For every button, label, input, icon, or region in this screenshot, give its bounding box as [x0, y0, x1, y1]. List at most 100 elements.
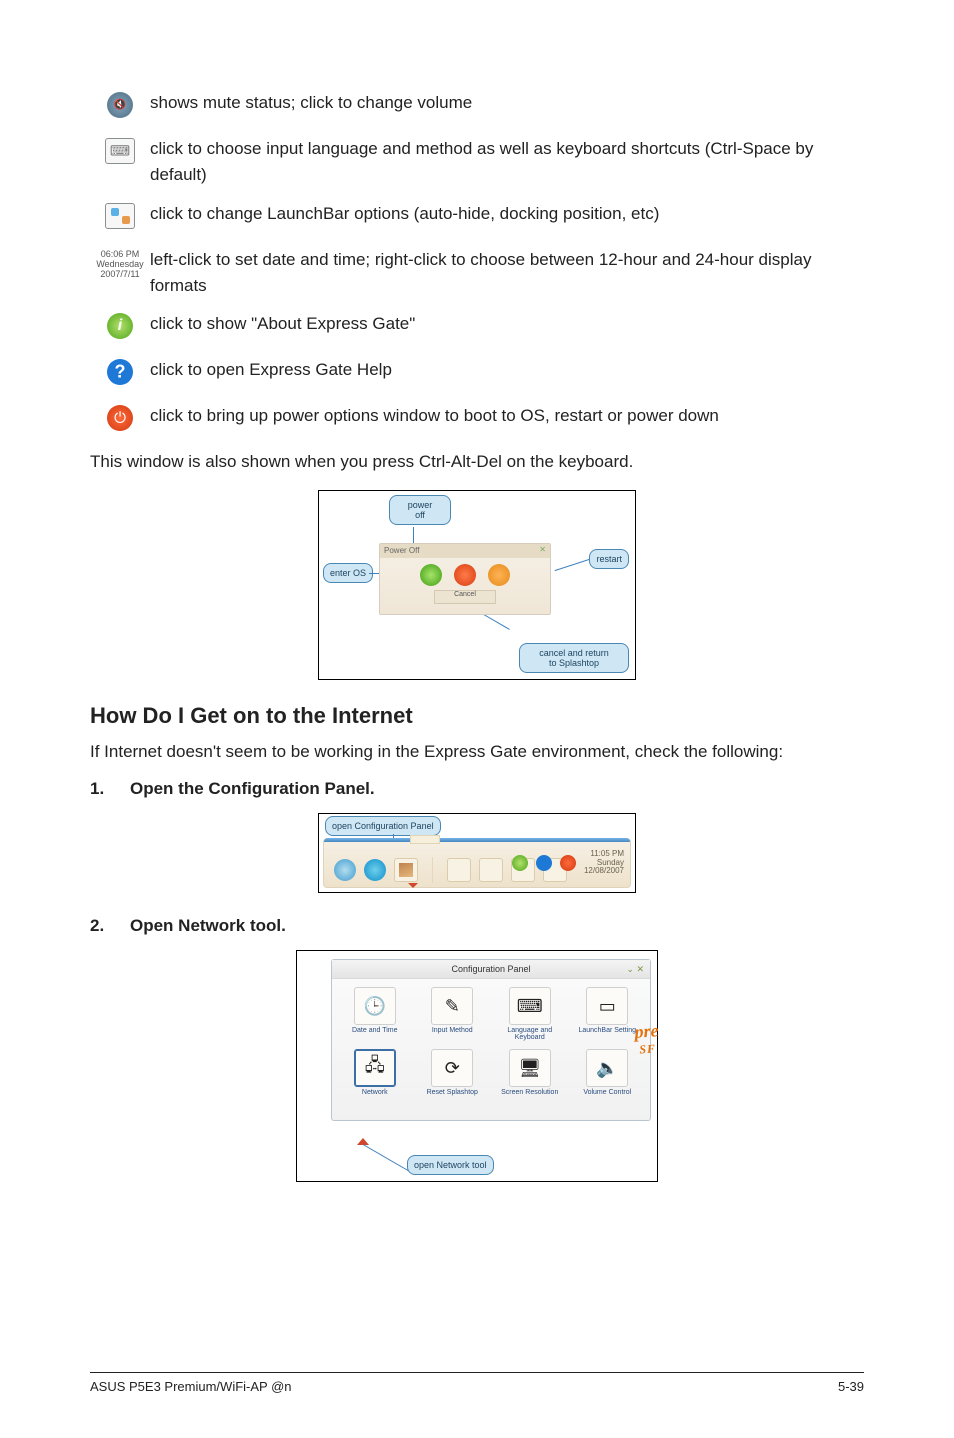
config-cell-icon: 🕒	[354, 987, 396, 1025]
row-launch: click to change LaunchBar options (auto-…	[90, 201, 864, 229]
dialog-title: Power Off	[384, 546, 419, 555]
row-input: click to choose input language and metho…	[90, 136, 864, 189]
power-icon[interactable]	[560, 855, 576, 871]
launchbar-icon	[105, 203, 135, 229]
taskbar-tooltip-tag	[410, 835, 440, 844]
enter-os-button[interactable]	[420, 564, 442, 586]
clock[interactable]: 11:05 PM Sunday 12/08/2007	[584, 850, 624, 876]
panel-titlebar: Configuration Panel ⌄ ✕	[332, 960, 650, 979]
row-help: click to open Express Gate Help	[90, 357, 864, 385]
clock-date: 12/08/2007	[584, 867, 624, 876]
volume-icon[interactable]	[479, 858, 503, 882]
help-icon[interactable]	[536, 855, 552, 871]
dialog-titlebar: Power Off ✕	[380, 544, 550, 558]
power-icon	[107, 405, 133, 431]
figure-taskbar: open Configuration Panel	[90, 813, 864, 898]
desc-date: left-click to set date and time; right-c…	[150, 247, 864, 300]
logo-sub: SF	[635, 1041, 660, 1058]
callout-cancel-return: cancel and return to Splashtop	[519, 643, 629, 673]
config-panel: Configuration Panel ⌄ ✕ 🕒 Date and Time ✎ I…	[331, 959, 651, 1121]
config-cell-label: Input Method	[418, 1027, 488, 1034]
config-cell-launchbar-setting[interactable]: ▭ LaunchBar Setting	[573, 987, 643, 1041]
desc-about: click to show "About Express Gate"	[150, 311, 864, 337]
page-footer: ASUS P5E3 Premium/WiFi-AP @n 5-39	[90, 1372, 864, 1394]
config-cell-language-and-keyboard[interactable]: ⌨ Language and Keyboard	[495, 987, 565, 1041]
after-rows-text: This window is also shown when you press…	[90, 449, 864, 475]
logo-main: pre	[634, 1020, 659, 1042]
config-cell-reset-splashtop[interactable]: ⟳ Reset Splashtop	[418, 1049, 488, 1096]
callout-poweroff: power off	[389, 495, 451, 525]
input-icon[interactable]	[447, 858, 471, 882]
callout-open-network: open Network tool	[407, 1155, 494, 1175]
skype-icon[interactable]	[364, 859, 386, 881]
config-cell-icon: 🔈	[586, 1049, 628, 1087]
config-cell-date-and-time[interactable]: 🕒 Date and Time	[340, 987, 410, 1041]
config-cell-label: Screen Resolution	[495, 1089, 565, 1096]
footer-right: 5-39	[838, 1379, 864, 1394]
config-cell-screen-resolution[interactable]: 🖥 Screen Resolution	[495, 1049, 565, 1096]
cancel-button[interactable]: Cancel	[434, 590, 496, 604]
config-cell-input-method[interactable]: ✎ Input Method	[418, 987, 488, 1041]
line	[555, 559, 590, 571]
config-cell-icon: 🖥	[509, 1049, 551, 1087]
row-mute: shows mute status; click to change volum…	[90, 90, 864, 118]
section-heading: How Do I Get on to the Internet	[90, 703, 864, 729]
config-cell-icon: ▭	[586, 987, 628, 1025]
config-cell-label: Language and Keyboard	[495, 1027, 565, 1041]
keyboard-icon	[105, 138, 135, 164]
power-dialog: Power Off ✕ Cancel	[379, 543, 551, 615]
date-icon-time: 06:06 PM	[95, 249, 145, 259]
desc-help: click to open Express Gate Help	[150, 357, 864, 383]
restart-button[interactable]	[488, 564, 510, 586]
panel-grid: 🕒 Date and Time ✎ Input Method ⌨ Language and…	[332, 979, 650, 1098]
callout-restart: restart	[589, 549, 629, 569]
figure-power-dialog: power off enter OS restart cancel and re…	[90, 490, 864, 685]
help-icon	[107, 359, 133, 385]
config-cell-icon: 🖧	[354, 1049, 396, 1087]
config-cell-label: LaunchBar Setting	[573, 1027, 643, 1034]
config-cell-network[interactable]: 🖧 Network	[340, 1049, 410, 1096]
config-cell-icon: ✎	[431, 987, 473, 1025]
config-cell-label: Network	[340, 1089, 410, 1096]
figure-config-panel: Configuration Panel ⌄ ✕ 🕒 Date and Time ✎ I…	[90, 950, 864, 1187]
express-gate-logo: pre SF	[634, 1020, 660, 1058]
step-2: 2. Open Network tool.	[90, 916, 864, 936]
date-icon-date: 2007/7/11	[95, 269, 145, 279]
callout-open-config: open Configuration Panel	[325, 816, 441, 836]
step-1-num: 1.	[90, 779, 108, 799]
desc-mute: shows mute status; click to change volum…	[150, 90, 864, 116]
row-power: click to bring up power options window t…	[90, 403, 864, 431]
web-icon[interactable]	[334, 859, 356, 881]
step-2-text: Open Network tool.	[130, 916, 286, 936]
separator	[432, 857, 433, 883]
arrow-indicator	[408, 883, 418, 888]
desc-power: click to bring up power options window t…	[150, 403, 864, 429]
info-icon	[107, 313, 133, 339]
callout-enter-os: enter OS	[323, 563, 373, 583]
date-icon: 06:06 PM Wednesday 2007/7/11	[95, 249, 145, 280]
step-1: 1. Open the Configuration Panel.	[90, 779, 864, 799]
power-off-button[interactable]	[454, 564, 476, 586]
taskbar-drag-strip	[324, 838, 630, 842]
config-cell-label: Reset Splashtop	[418, 1089, 488, 1096]
config-cell-icon: ⟳	[431, 1049, 473, 1087]
date-icon-day: Wednesday	[95, 259, 145, 269]
step-1-text: Open the Configuration Panel.	[130, 779, 375, 799]
step-2-num: 2.	[90, 916, 108, 936]
config-cell-label: Volume Control	[573, 1089, 643, 1096]
photo-icon[interactable]	[394, 858, 418, 882]
desc-input: click to choose input language and metho…	[150, 136, 864, 189]
config-cell-volume-control[interactable]: 🔈 Volume Control	[573, 1049, 643, 1096]
footer-left: ASUS P5E3 Premium/WiFi-AP @n	[90, 1379, 292, 1394]
desc-launch: click to change LaunchBar options (auto-…	[150, 201, 864, 227]
intro-text: If Internet doesn't seem to be working i…	[90, 739, 864, 765]
config-cell-label: Date and Time	[340, 1027, 410, 1034]
row-date: 06:06 PM Wednesday 2007/7/11 left-click …	[90, 247, 864, 300]
config-cell-icon: ⌨	[509, 987, 551, 1025]
mute-icon	[107, 92, 133, 118]
close-icon[interactable]: ✕	[539, 545, 546, 554]
row-about: click to show "About Express Gate"	[90, 311, 864, 339]
panel-title: Configuration Panel	[451, 964, 530, 974]
panel-min-close[interactable]: ⌄ ✕	[626, 964, 644, 975]
info-icon[interactable]	[512, 855, 528, 871]
